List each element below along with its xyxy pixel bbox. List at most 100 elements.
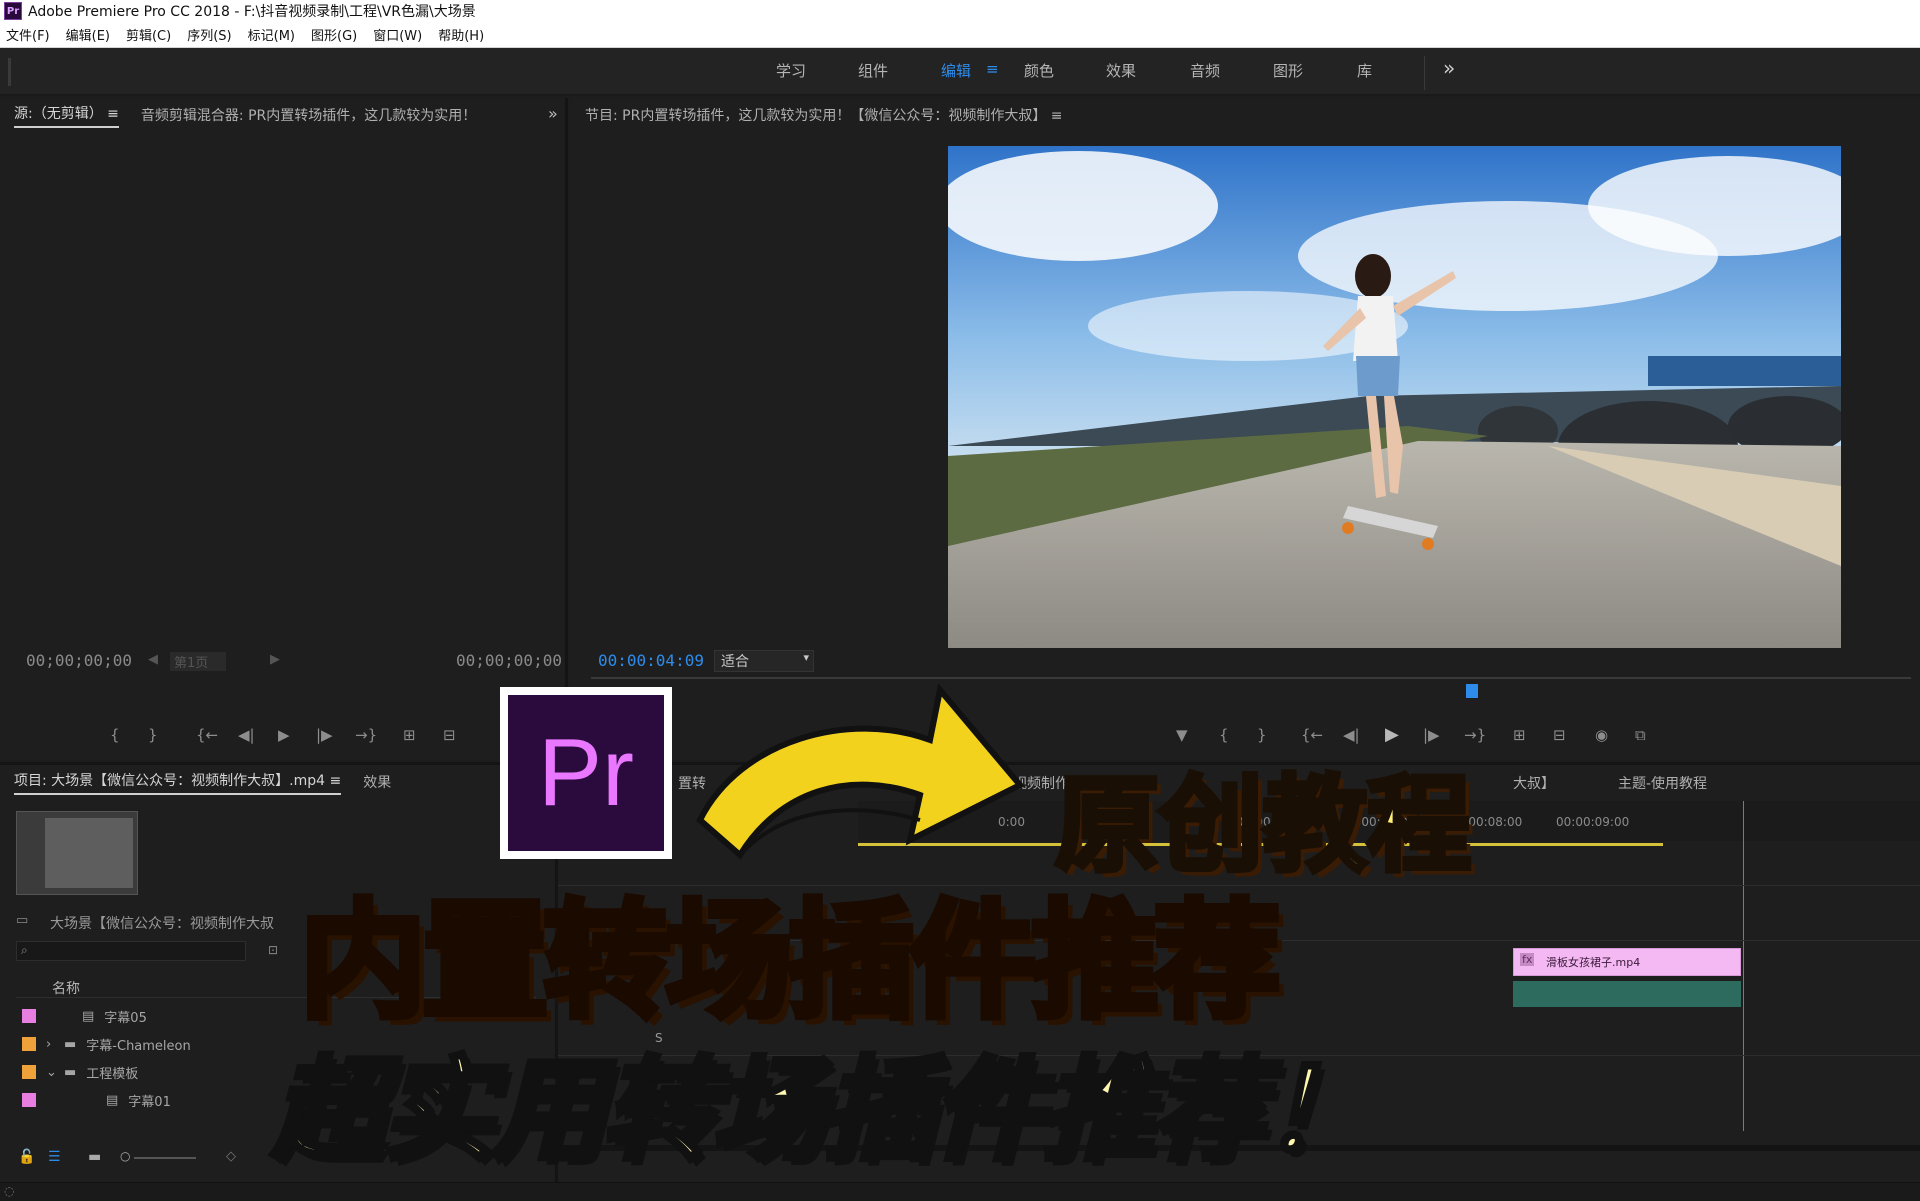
menu-file[interactable]: 文件(F)	[6, 25, 50, 44]
go-to-in-icon[interactable]: {←	[196, 726, 218, 744]
program-title-label: 节目: PR内置转场插件，这几款较为实用！【微信公众号：视频制作大叔】	[585, 108, 1047, 124]
premiere-logo-tile: Pr	[508, 695, 664, 851]
status-bar: ◌	[0, 1182, 1920, 1201]
overlay-headline: 内置转场插件推荐	[297, 885, 1284, 1039]
new-bin-icon[interactable]: ⊡	[268, 943, 278, 957]
source-page-prev-icon[interactable]: ◀	[148, 652, 158, 667]
workspace-tab-audio[interactable]: 音频	[1190, 60, 1220, 81]
folder-open-icon: ▬	[64, 1064, 77, 1080]
search-icon: ⌕	[21, 943, 28, 957]
column-name-header[interactable]: 名称	[52, 978, 80, 998]
program-title[interactable]: 节目: PR内置转场插件，这几款较为实用！【微信公众号：视频制作大叔】 ≡	[585, 105, 1063, 125]
tab-project[interactable]: 项目: 大场景【微信公众号：视频制作大叔】.mp4 ≡	[14, 770, 342, 795]
go-to-out-icon[interactable]: →}	[355, 726, 377, 744]
bin-thumbnail[interactable]	[16, 811, 138, 895]
export-frame-camera-icon[interactable]: ◉	[1595, 726, 1608, 744]
step-back-icon[interactable]: ◀|	[238, 726, 255, 744]
video-clip[interactable]: fx 滑板女孩裙子.mp4	[1513, 948, 1741, 976]
mark-in-icon[interactable]: {	[110, 726, 120, 744]
workspace-tab-libraries[interactable]: 库	[1357, 60, 1372, 81]
lock-icon[interactable]: 🔓	[18, 1149, 35, 1165]
zoom-fit-select[interactable]: 适合 ▾	[714, 650, 814, 672]
label-color-swatch[interactable]	[22, 1037, 36, 1051]
clip-name: 滑板女孩裙子.mp4	[1546, 956, 1641, 969]
tab-source[interactable]: 源:（无剪辑） ≡	[14, 103, 119, 128]
menu-help[interactable]: 帮助(H)	[438, 25, 484, 44]
program-menu-icon[interactable]: ≡	[1051, 108, 1063, 124]
folder-icon: ▬	[64, 1036, 77, 1052]
label-color-swatch[interactable]	[22, 1009, 36, 1023]
workspace-menu-icon[interactable]: ≡	[986, 60, 999, 78]
play-icon[interactable]: ▶	[278, 726, 290, 744]
bin-name: 大场景【微信公众号：视频制作大叔	[50, 916, 274, 932]
premiere-app-icon: Pr	[4, 2, 22, 20]
audio-clip[interactable]	[1513, 981, 1741, 1007]
project-item-name: 字幕-Chameleon	[86, 1038, 191, 1054]
timeline-playhead[interactable]	[1743, 801, 1744, 1131]
chevron-right-icon[interactable]: ›	[46, 1037, 54, 1052]
chevron-down-icon[interactable]: ⌄	[46, 1065, 57, 1080]
thumbnail-preview	[45, 818, 133, 888]
sequence-tab-partial-3[interactable]: 大叔】	[1513, 773, 1555, 793]
panel-grip[interactable]	[8, 58, 11, 86]
title-bar: Pr Adobe Premiere Pro CC 2018 - F:\抖音视频录…	[0, 0, 1920, 22]
status-icon[interactable]: ◌	[4, 1184, 14, 1198]
sequence-tab-other[interactable]: 主题-使用教程	[1618, 773, 1707, 793]
skateboarder-scene-image	[948, 146, 1841, 648]
tab-source-menu-icon[interactable]: ≡	[107, 106, 119, 122]
project-item-name: 字幕05	[104, 1010, 147, 1026]
menu-sequence[interactable]: 序列(S)	[187, 25, 231, 44]
project-item[interactable]: ▤ 字幕01	[22, 1089, 171, 1111]
tab-project-menu-icon[interactable]: ≡	[330, 773, 342, 789]
workspace-overflow-icon[interactable]: »	[1443, 56, 1455, 80]
zoom-slider[interactable]	[134, 1157, 196, 1159]
sort-icon[interactable]: ◇	[226, 1149, 236, 1164]
tab-effects[interactable]: 效果	[363, 772, 391, 792]
source-overflow-icon[interactable]: »	[548, 104, 558, 123]
playhead-marker[interactable]	[1466, 684, 1478, 698]
source-panel-header: 源:（无剪辑） ≡ 音频剪辑混合器: PR内置转场插件，这几款较为实用！	[0, 98, 565, 132]
insert-icon[interactable]: ⊞	[403, 726, 416, 744]
program-video-frame	[948, 146, 1841, 648]
source-monitor-panel: 源:（无剪辑） ≡ 音频剪辑混合器: PR内置转场插件，这几款较为实用！ » 0…	[0, 98, 568, 760]
source-page-next-icon[interactable]: ▶	[270, 652, 280, 667]
tab-project-label: 项目: 大场景【微信公众号：视频制作大叔】.mp4	[14, 772, 326, 789]
project-item[interactable]: ▤ 字幕05	[22, 1005, 147, 1027]
workspace-tab-color[interactable]: 颜色	[1024, 60, 1054, 81]
zoom-slider-handle[interactable]: ○	[120, 1149, 130, 1163]
workspace-tab-editing[interactable]: 编辑	[941, 60, 971, 81]
menu-clip[interactable]: 剪辑(C)	[126, 25, 171, 44]
menu-edit[interactable]: 编辑(E)	[66, 25, 110, 44]
list-view-icon[interactable]: ☰	[48, 1149, 61, 1165]
workspace-tab-learn[interactable]: 学习	[776, 60, 806, 81]
title-file-icon: ▤	[106, 1092, 119, 1108]
lift-icon[interactable]: ⊞	[1513, 726, 1526, 744]
workspace-tab-graphics[interactable]: 图形	[1273, 60, 1303, 81]
workspace-tab-assembly[interactable]: 组件	[858, 60, 888, 81]
button-editor-icon[interactable]: ⧉	[1635, 726, 1646, 744]
source-timecode-out[interactable]: 00;00;00;00	[456, 651, 562, 670]
project-item[interactable]: › ▬ 字幕-Chameleon	[22, 1033, 191, 1055]
program-timecode[interactable]: 00:00:04:09	[598, 651, 704, 670]
title-file-icon: ▤	[82, 1008, 95, 1024]
icon-view-icon[interactable]: ▬	[88, 1149, 101, 1165]
program-panel-header: 节目: PR内置转场插件，这几款较为实用！【微信公众号：视频制作大叔】 ≡	[571, 98, 1920, 132]
zoom-fit-label: 适合	[721, 654, 749, 670]
overwrite-icon[interactable]: ⊟	[443, 726, 456, 744]
menu-markers[interactable]: 标记(M)	[248, 25, 295, 44]
source-timecode-in[interactable]: 00;00;00;00	[26, 651, 132, 670]
project-search-input[interactable]: ⌕	[16, 941, 246, 961]
menu-window[interactable]: 窗口(W)	[373, 25, 422, 44]
mark-out-icon[interactable]: }	[148, 726, 158, 744]
project-panel-header: 项目: 大场景【微信公众号：视频制作大叔】.mp4 ≡ 效果	[0, 765, 553, 799]
extract-icon[interactable]: ⊟	[1553, 726, 1566, 744]
tab-audio-clip-mixer[interactable]: 音频剪辑混合器: PR内置转场插件，这几款较为实用！	[141, 105, 476, 125]
label-color-swatch[interactable]	[22, 1065, 36, 1079]
workspace-tab-effects[interactable]: 效果	[1106, 60, 1136, 81]
source-page-select[interactable]: 第1页	[170, 652, 227, 671]
menu-graphics[interactable]: 图形(G)	[311, 25, 357, 44]
premiere-logo: Pr	[500, 687, 672, 859]
project-item[interactable]: ⌄ ▬ 工程模板	[22, 1061, 138, 1083]
step-forward-icon[interactable]: |▶	[316, 726, 333, 744]
label-color-swatch[interactable]	[22, 1093, 36, 1107]
